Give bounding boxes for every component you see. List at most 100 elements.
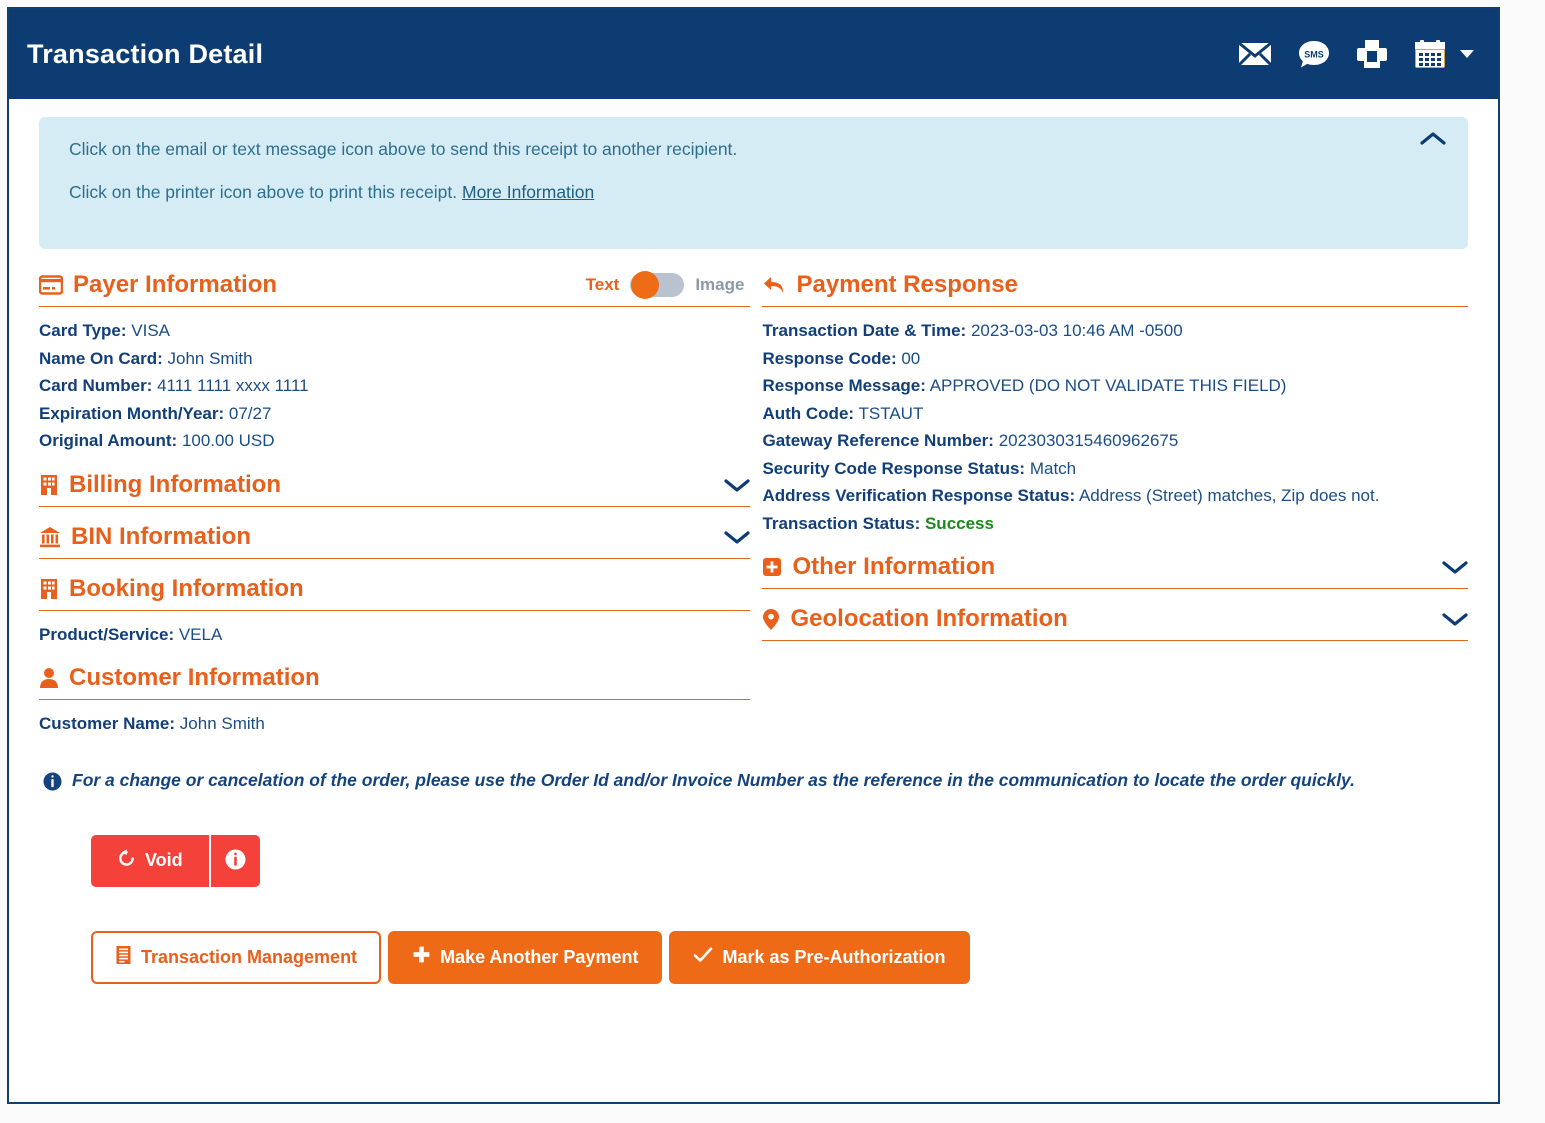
section-title: BIN Information	[71, 522, 251, 550]
field-row: Gateway Reference Number: 20230303154609…	[762, 427, 1468, 455]
info-banner-wrapper: Click on the email or text message icon …	[9, 99, 1498, 249]
section-title: Billing Information	[69, 470, 281, 498]
transaction-detail-panel: Transaction Detail SMS Click on the emai…	[7, 7, 1500, 1104]
field-label: Expiration Month/Year:	[39, 403, 225, 423]
section-booking-information: Booking Information	[39, 574, 751, 611]
field-row: Auth Code: TSTAUT	[762, 400, 1468, 428]
text-image-toggle[interactable]: Text Image	[585, 271, 751, 299]
field-label: Transaction Status:	[762, 513, 921, 533]
calendar-icon[interactable]	[1414, 39, 1446, 69]
field-row: Expiration Month/Year: 07/27	[39, 400, 750, 428]
field-row: Card Type: VISA	[39, 317, 750, 345]
void-button[interactable]: Void	[91, 834, 211, 887]
more-information-link[interactable]: More Information	[462, 182, 594, 202]
toggle-switch[interactable]	[630, 271, 685, 299]
field-label: Security Code Response Status:	[762, 458, 1026, 478]
banner-line-1: Click on the email or text message icon …	[69, 139, 738, 159]
banner-line-2: Click on the printer icon above to print…	[69, 182, 1438, 203]
plus-square-icon	[762, 557, 782, 577]
undo-icon	[117, 849, 136, 872]
info-banner: Click on the email or text message icon …	[39, 117, 1468, 249]
field-label: Card Number:	[39, 376, 153, 396]
order-reference-note: For a change or cancelation of the order…	[9, 740, 1498, 791]
map-pin-icon	[762, 608, 780, 631]
header-actions: SMS	[1238, 39, 1474, 69]
field-value: John Smith	[179, 714, 265, 734]
receipt-icon	[115, 945, 132, 970]
print-icon[interactable]	[1356, 39, 1388, 69]
field-row: Address Verification Response Status: Ad…	[762, 482, 1468, 510]
void-info-button[interactable]	[210, 834, 260, 887]
right-column: Payment Response Transaction Date & Time…	[762, 271, 1468, 740]
field-label: Auth Code:	[762, 403, 855, 423]
field-row: Product/Service: VELA	[39, 621, 750, 649]
section-title: Customer Information	[69, 664, 320, 692]
user-icon	[39, 667, 59, 689]
section-title: Payment Response	[796, 271, 1018, 298]
customer-fields: Customer Name: John Smith	[39, 710, 750, 738]
svg-text:SMS: SMS	[1304, 50, 1324, 60]
field-row: Name On Card: John Smith	[39, 345, 750, 373]
reply-arrow-icon	[762, 275, 786, 295]
mark-as-preauthorization-button[interactable]: Mark as Pre-Authorization	[669, 930, 970, 984]
section-payer-information: Payer Information Text Image	[39, 271, 751, 307]
info-circle-icon	[43, 772, 62, 791]
transaction-management-button[interactable]: Transaction Management	[91, 930, 382, 984]
section-other-information[interactable]: Other Information	[762, 553, 1468, 590]
make-another-payment-button[interactable]: Make Another Payment	[388, 930, 663, 984]
chevron-down-icon[interactable]	[1442, 611, 1468, 627]
field-value: 2023-03-03 10:46 AM -0500	[970, 321, 1183, 340]
building-icon	[39, 578, 59, 600]
sms-icon[interactable]: SMS	[1298, 40, 1330, 68]
section-bin-information[interactable]: BIN Information	[39, 522, 751, 559]
section-title: Payer Information	[73, 271, 278, 298]
field-label: Card Type:	[39, 321, 127, 340]
field-value: VISA	[131, 321, 171, 340]
payer-fields: Card Type: VISA Name On Card: John Smith…	[39, 317, 750, 455]
toggle-label-text: Text	[585, 275, 620, 294]
void-button-area: Void	[9, 791, 1498, 887]
plus-icon	[412, 945, 431, 969]
field-label: Gateway Reference Number:	[762, 431, 994, 451]
page-title: Transaction Detail	[27, 38, 264, 69]
booking-fields: Product/Service: VELA	[39, 621, 750, 649]
field-value: 2023030315460962675	[998, 431, 1179, 451]
field-label: Response Code:	[762, 348, 897, 368]
chevron-down-icon[interactable]	[724, 477, 751, 493]
field-row: Response Message: APPROVED (DO NOT VALID…	[762, 372, 1468, 400]
chevron-up-icon[interactable]	[1420, 131, 1446, 147]
mark-as-preauthorization-label: Mark as Pre-Authorization	[722, 946, 946, 967]
app-page: Transaction Detail SMS Click on the emai…	[0, 0, 1545, 1123]
left-column: Payer Information Text Image Card Type: …	[39, 271, 751, 740]
toggle-label-image: Image	[695, 275, 745, 294]
payment-response-fields: Transaction Date & Time: 2023-03-03 10:4…	[762, 317, 1468, 537]
action-button-row: Transaction Management Make Another Paym…	[9, 887, 1498, 984]
check-icon	[693, 946, 713, 969]
make-another-payment-label: Make Another Payment	[440, 946, 639, 967]
field-row: Customer Name: John Smith	[39, 710, 750, 738]
calendar-dropdown-caret-icon[interactable]	[1460, 50, 1474, 58]
section-title: Other Information	[792, 553, 996, 581]
field-row: Transaction Date & Time: 2023-03-03 10:4…	[762, 317, 1468, 345]
chevron-down-icon[interactable]	[724, 529, 751, 545]
building-icon	[39, 474, 59, 496]
field-value: APPROVED (DO NOT VALIDATE THIS FIELD)	[929, 376, 1287, 396]
credit-card-icon	[39, 275, 63, 295]
field-value: 100.00 USD	[181, 431, 275, 451]
transaction-management-label: Transaction Management	[141, 946, 358, 967]
field-value: 4111 1111 xxxx 1111	[157, 376, 309, 396]
section-title: Geolocation Information	[790, 605, 1068, 633]
detail-columns: Payer Information Text Image Card Type: …	[9, 249, 1498, 740]
section-title: Booking Information	[69, 574, 304, 602]
field-label: Response Message:	[762, 376, 926, 396]
field-row: Security Code Response Status: Match	[762, 455, 1468, 483]
section-geolocation-information[interactable]: Geolocation Information	[762, 605, 1468, 642]
field-label: Name On Card:	[39, 348, 163, 368]
page-header: Transaction Detail SMS	[9, 9, 1498, 99]
chevron-down-icon[interactable]	[1442, 559, 1468, 575]
section-billing-information[interactable]: Billing Information	[39, 470, 751, 507]
field-value: Match	[1029, 458, 1077, 478]
field-value: 07/27	[228, 403, 272, 423]
note-text: For a change or cancelation of the order…	[72, 769, 1356, 790]
email-icon[interactable]	[1238, 41, 1272, 67]
